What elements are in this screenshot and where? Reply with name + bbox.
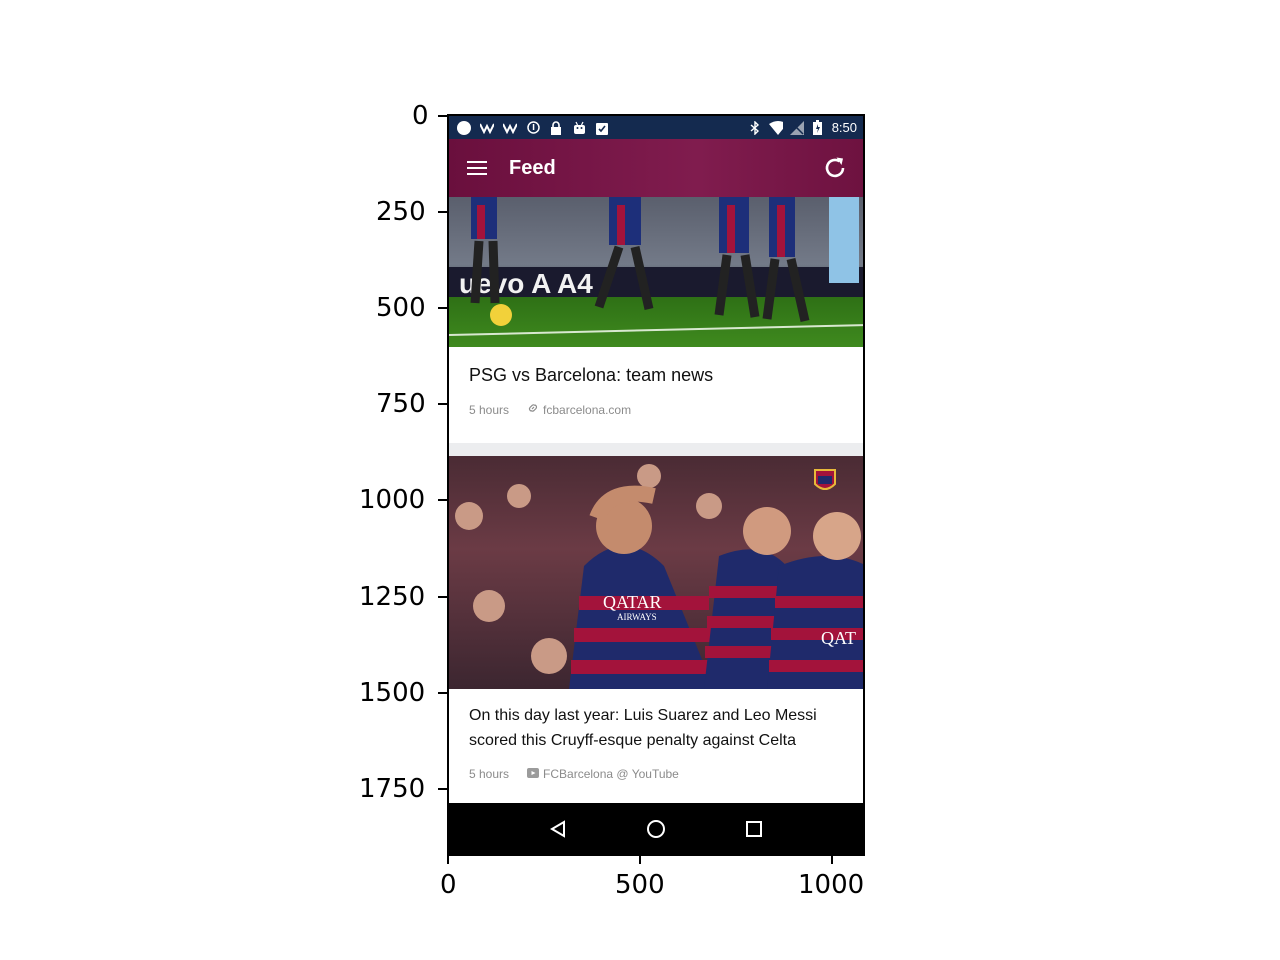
y-tick: [438, 788, 447, 790]
x-tick: [639, 855, 641, 864]
card-time: 5 hours: [469, 402, 510, 417]
y-tick: [438, 307, 447, 309]
x-tick: [447, 855, 449, 864]
card-time: 5 hours: [469, 767, 510, 781]
card-image: QATAR AIRWAYS QAT: [449, 456, 863, 689]
signal-w-icon: [480, 121, 494, 135]
y-tick: [438, 115, 447, 117]
youtube-icon: [527, 767, 540, 781]
link-icon: [527, 402, 539, 417]
phone-screen: 8:50 Feed uevo A A4 PSG vs Barcelona: te…: [447, 114, 865, 856]
android-icon: [572, 121, 586, 135]
y-tick: [438, 596, 447, 598]
y-tick: [438, 403, 447, 405]
bluetooth-icon: [748, 120, 762, 135]
recents-icon[interactable]: [741, 816, 767, 842]
circle-icon: [457, 120, 471, 135]
card-source[interactable]: fcbarcelona.com: [527, 402, 631, 417]
nav-bar: [449, 803, 863, 854]
fc-barcelona-crest-icon: [814, 469, 836, 490]
y-tick-label: 1250: [359, 582, 426, 612]
no-sim-icon: [789, 120, 804, 135]
feed-card[interactable]: QATAR AIRWAYS QAT On this day last year:…: [449, 456, 863, 807]
card-source-label: FCBarcelona @ YouTube: [543, 767, 679, 781]
y-tick-label: 0: [412, 101, 429, 131]
y-tick-label: 1500: [359, 678, 426, 708]
x-tick-label: 1000: [798, 870, 865, 900]
card-title[interactable]: On this day last year: Luis Suarez and L…: [469, 689, 843, 753]
hamburger-menu-icon[interactable]: [467, 158, 487, 178]
card-meta: 5 hours fcbarcelona.com: [469, 402, 843, 417]
y-tick: [438, 692, 447, 694]
app-bar: Feed: [449, 139, 863, 197]
y-tick-label: 1750: [359, 774, 426, 804]
y-tick-label: 1000: [359, 485, 426, 515]
lock-icon: [549, 120, 563, 135]
y-tick-label: 750: [376, 389, 426, 419]
card-source-label: fcbarcelona.com: [543, 402, 632, 417]
home-icon[interactable]: [643, 816, 669, 842]
refresh-icon[interactable]: [821, 154, 849, 182]
clipboard-check-icon: [595, 121, 609, 135]
y-tick-label: 250: [376, 197, 426, 227]
x-tick-label: 0: [440, 870, 457, 900]
x-tick: [831, 855, 833, 864]
wifi-icon: [768, 120, 783, 135]
feed-card[interactable]: uevo A A4 PSG vs Barcelona: team news 5 …: [449, 197, 863, 443]
y-tick: [438, 211, 447, 213]
status-time: 8:50: [831, 120, 857, 135]
card-source[interactable]: FCBarcelona @ YouTube: [527, 767, 679, 781]
card-image: uevo A A4: [449, 197, 863, 347]
svg-text:QATAR: QATAR: [603, 592, 662, 612]
svg-text:AIRWAYS: AIRWAYS: [617, 612, 657, 622]
signal-w2-icon: [503, 121, 517, 135]
card-meta: 5 hours FCBarcelona @ YouTube: [469, 767, 843, 781]
info-icon: [526, 121, 540, 135]
svg-text:QAT: QAT: [821, 628, 856, 648]
y-tick-label: 500: [376, 293, 426, 323]
status-bar: 8:50: [449, 116, 863, 139]
y-tick: [438, 499, 447, 501]
back-icon[interactable]: [545, 816, 571, 842]
card-title[interactable]: PSG vs Barcelona: team news: [469, 347, 843, 388]
x-tick-label: 500: [615, 870, 665, 900]
battery-icon: [811, 120, 825, 135]
feed-list[interactable]: uevo A A4 PSG vs Barcelona: team news 5 …: [449, 197, 863, 807]
page-title: Feed: [509, 156, 556, 179]
